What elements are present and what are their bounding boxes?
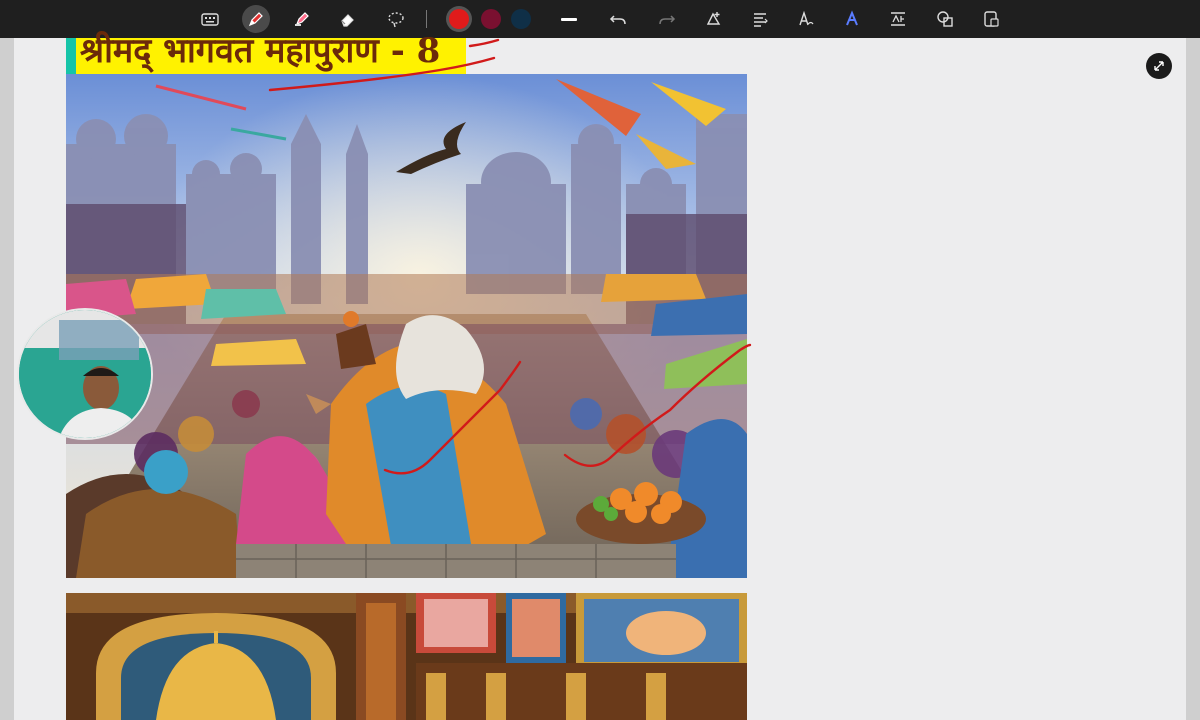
math-icon[interactable]	[886, 7, 910, 31]
left-margin	[0, 38, 14, 720]
right-margin	[1186, 38, 1200, 720]
text-to-ink-icon[interactable]	[794, 7, 818, 31]
color-swatch-navy[interactable]	[511, 9, 531, 29]
color-swatch-red[interactable]	[449, 9, 469, 29]
ruler-icon[interactable]	[979, 7, 1003, 31]
color-swatch-maroon[interactable]	[481, 9, 501, 29]
page-title: श्रीमद् भागवत महापुराण - 8	[80, 31, 441, 71]
stroke-thickness-icon[interactable]	[557, 7, 581, 31]
temple-illustration[interactable]	[66, 593, 747, 720]
undo-icon[interactable]	[606, 7, 630, 31]
ink-to-shape-icon[interactable]	[840, 7, 864, 31]
title-accent-bar	[66, 38, 76, 74]
add-shape-icon[interactable]	[702, 7, 726, 31]
redo-icon[interactable]	[655, 7, 679, 31]
shapes-icon[interactable]	[933, 7, 957, 31]
collapse-icon[interactable]	[1146, 53, 1172, 79]
webcam-overlay[interactable]	[17, 308, 153, 440]
bazaar-illustration[interactable]	[66, 74, 747, 578]
align-text-icon[interactable]	[748, 7, 772, 31]
